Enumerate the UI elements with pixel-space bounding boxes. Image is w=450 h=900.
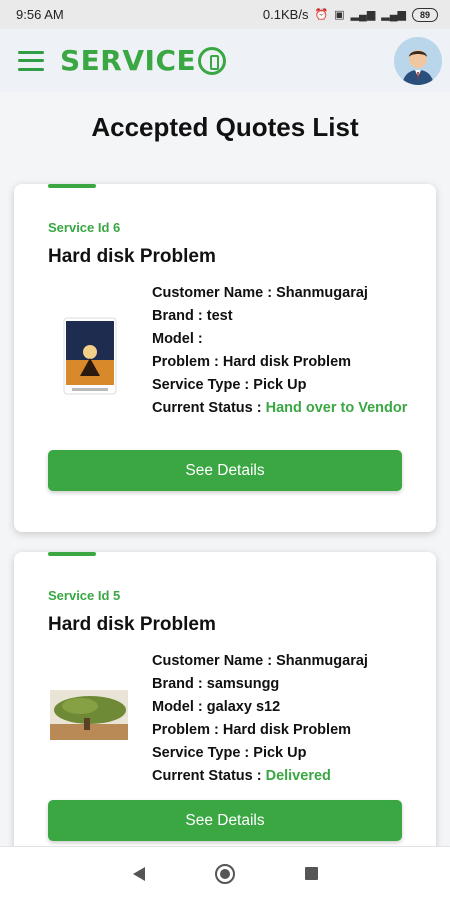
quote-title: Hard disk Problem [48, 614, 216, 635]
user-avatar-icon [394, 37, 442, 85]
card-accent-bar [48, 552, 96, 556]
status-bar: 9:56 AM 0.1KB/s ⏰ ▣ ▂▄▆ ▂▄▆ 89 [0, 0, 450, 29]
page-title: Accepted Quotes List [91, 112, 359, 142]
status-label: Current Status : [152, 768, 266, 784]
hamburger-menu-icon[interactable] [18, 50, 44, 71]
signal-icon: ▂▄▆ [381, 9, 406, 21]
current-status: Current Status : Hand over to Vendor [152, 397, 424, 420]
quote-card: Service Id 5 Hard disk Problem Customer … [14, 552, 436, 852]
customer-name: Customer Name : Shanmugaraj [152, 285, 368, 301]
alarm-icon: ⏰ [314, 9, 329, 21]
device-thumbnail [50, 690, 128, 740]
status-label: Current Status : [152, 400, 266, 416]
system-nav-bar [0, 846, 450, 900]
app-logo: SERVICE [60, 44, 227, 77]
service-type: Service Type : Pick Up [152, 745, 307, 761]
home-icon[interactable] [214, 863, 235, 884]
signal-icon: ▂▄▆ [350, 9, 376, 21]
data-icon: ▣ [334, 9, 345, 21]
status-time: 9:56 AM [16, 7, 64, 22]
device-thumbnail [50, 316, 128, 396]
logo-badge-icon [198, 46, 227, 75]
status-value: Hand over to Vendor [265, 400, 408, 416]
see-details-button[interactable]: See Details [48, 800, 402, 841]
status-icons: 0.1KB/s ⏰ ▣ ▂▄▆ ▂▄▆ 89 [263, 7, 438, 22]
quote-card: Service Id 6 Hard disk Problem Customer … [14, 184, 436, 532]
brand: Brand : samsungg [152, 676, 280, 692]
battery-icon: 89 [412, 7, 438, 22]
logo-text: SERVICE [60, 44, 197, 77]
model: Model : galaxy s12 [152, 699, 281, 715]
problem: Problem : Hard disk Problem [152, 722, 352, 738]
back-icon[interactable] [132, 866, 145, 881]
quote-details: Customer Name : Shanmugaraj Brand : test… [152, 282, 424, 420]
model: Model : [152, 331, 203, 347]
avatar[interactable] [394, 37, 442, 85]
current-status: Current Status : Delivered [152, 765, 424, 788]
see-details-button[interactable]: See Details [48, 450, 402, 491]
service-type: Service Type : Pick Up [152, 377, 307, 393]
app-bar: SERVICE [0, 29, 450, 92]
service-id: Service Id 5 [48, 588, 121, 603]
recent-apps-icon[interactable] [304, 867, 318, 880]
problem: Problem : Hard disk Problem [152, 354, 352, 370]
network-speed: 0.1KB/s [262, 7, 309, 22]
status-value: Delivered [265, 768, 331, 784]
quote-title: Hard disk Problem [48, 246, 216, 267]
card-accent-bar [48, 184, 96, 188]
customer-name: Customer Name : Shanmugaraj [152, 653, 368, 669]
quote-details: Customer Name : Shanmugaraj Brand : sams… [152, 650, 424, 788]
brand: Brand : test [152, 308, 233, 324]
service-id: Service Id 6 [48, 220, 121, 235]
